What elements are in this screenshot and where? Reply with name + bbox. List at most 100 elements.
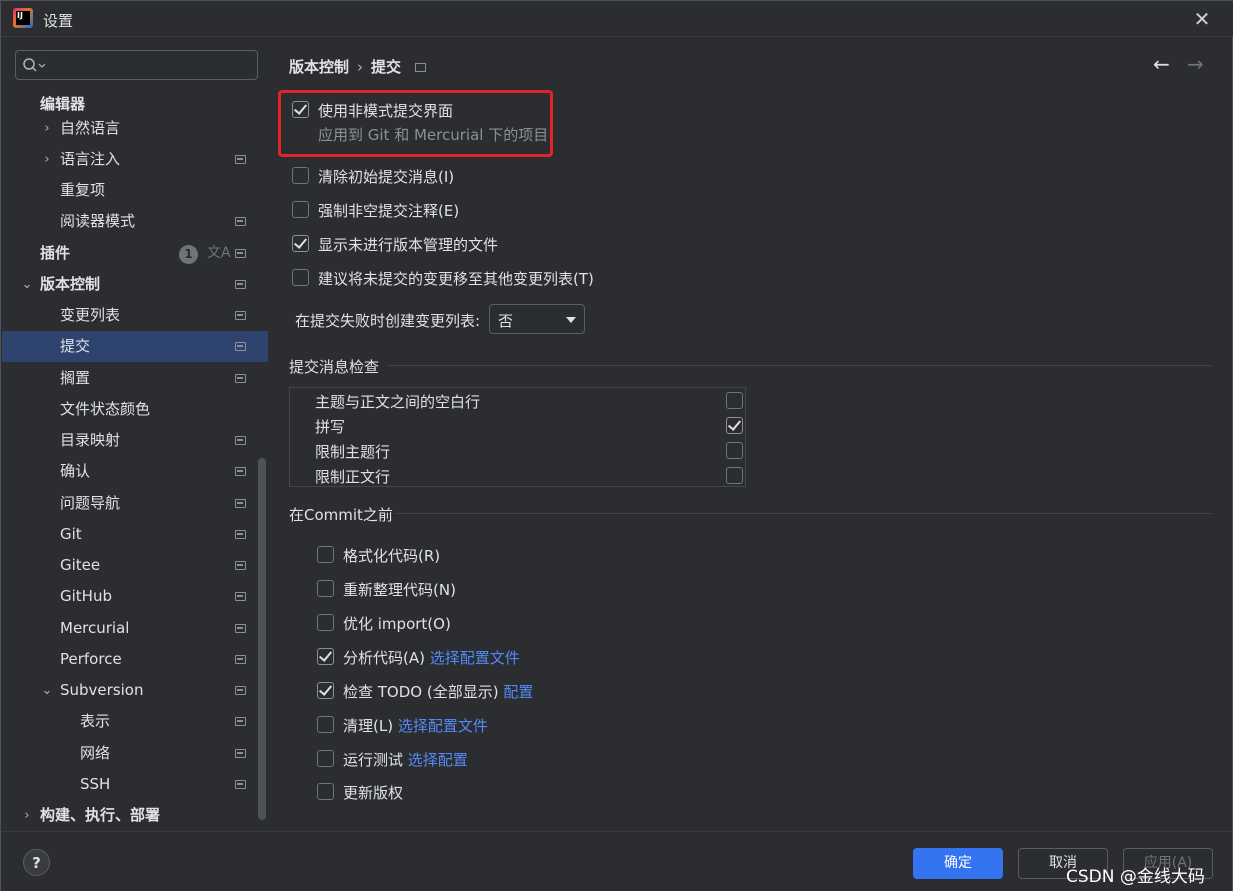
- check-checkbox[interactable]: [726, 417, 743, 434]
- check-label: 限制正文行: [315, 468, 391, 486]
- sidebar-item-shelf[interactable]: 搁置: [2, 363, 268, 394]
- search-input[interactable]: [15, 50, 258, 80]
- clear-initial-message-checkbox[interactable]: [292, 167, 309, 184]
- check-todo-configure-link[interactable]: 配置: [503, 683, 533, 701]
- check-label: 拼写: [315, 418, 346, 436]
- sidebar-item-label: Git: [60, 525, 82, 543]
- sidebar-item-git[interactable]: Git: [2, 519, 268, 550]
- sidebar-item-confirmation[interactable]: 确认: [2, 456, 268, 487]
- update-copyright-label: 更新版权: [343, 784, 404, 802]
- sidebar-item-label: 阅读器模式: [60, 212, 136, 230]
- suggest-move-label: 建议将未提交的变更移至其他变更列表(T): [318, 270, 594, 288]
- reformat-code-checkbox[interactable]: [317, 546, 334, 563]
- sidebar-item-natural-language[interactable]: › 自然语言: [2, 113, 268, 144]
- project-settings-icon: [235, 749, 246, 758]
- translate-icon: 文A: [207, 245, 231, 261]
- title-bar: IJ 设置 ✕: [1, 1, 1233, 37]
- table-row[interactable]: 主题与正文之间的空白行: [290, 388, 745, 413]
- table-row[interactable]: 拼写: [290, 413, 745, 438]
- chevron-down-icon[interactable]: ⌄: [40, 675, 54, 706]
- check-todo-label: 检查 TODO (全部显示): [343, 683, 499, 701]
- sidebar-item-language-injection[interactable]: › 语言注入: [2, 144, 268, 175]
- rearrange-code-label: 重新整理代码(N): [343, 581, 456, 599]
- project-settings-icon: [235, 561, 246, 570]
- optimize-imports-checkbox[interactable]: [317, 614, 334, 631]
- suggest-move-checkbox[interactable]: [292, 269, 309, 286]
- sidebar-item-network[interactable]: 网络: [2, 738, 268, 769]
- sidebar-item-label: Mercurial: [60, 619, 130, 637]
- sidebar-item-commit[interactable]: 提交: [2, 331, 268, 362]
- table-row[interactable]: 限制正文行: [290, 463, 745, 488]
- show-unversioned-label: 显示未进行版本管理的文件: [318, 236, 499, 254]
- table-row[interactable]: 限制主题行: [290, 438, 745, 463]
- check-checkbox[interactable]: [726, 467, 743, 484]
- ok-button[interactable]: 确定: [913, 848, 1003, 879]
- sidebar-item-label: 目录映射: [60, 431, 121, 449]
- sidebar-item-github[interactable]: GitHub: [2, 581, 268, 612]
- check-todo-checkbox[interactable]: [317, 682, 334, 699]
- breadcrumb-parent[interactable]: 版本控制: [289, 58, 349, 76]
- sidebar-item-label: SSH: [80, 775, 111, 793]
- sidebar-scrollbar[interactable]: [258, 458, 266, 820]
- sidebar-item-reader-mode[interactable]: 阅读器模式: [2, 206, 268, 237]
- sidebar-item-label: 提交: [60, 337, 91, 355]
- commit-checks-table: 主题与正文之间的空白行 拼写 限制主题行 限制正文行: [289, 387, 746, 487]
- chevron-down-icon[interactable]: ⌄: [20, 269, 34, 300]
- project-settings-icon: [235, 499, 246, 508]
- project-settings-icon: [415, 63, 427, 72]
- sidebar-item-subversion[interactable]: ⌄ Subversion: [2, 675, 268, 706]
- close-icon[interactable]: ✕: [1189, 7, 1215, 31]
- rearrange-code-checkbox[interactable]: [317, 580, 334, 597]
- sidebar-item-perforce[interactable]: Perforce: [2, 644, 268, 675]
- cleanup-row: 清理(L) 选择配置文件: [343, 715, 488, 736]
- sidebar-item-mercurial[interactable]: Mercurial: [2, 613, 268, 644]
- project-settings-icon: [235, 624, 246, 633]
- run-tests-row: 运行测试 选择配置: [343, 749, 468, 770]
- sidebar-item-duplicates[interactable]: 重复项: [2, 175, 268, 206]
- sidebar-item-build-execution-deployment[interactable]: › 构建、执行、部署: [2, 800, 268, 831]
- settings-window: IJ 设置 ✕ 编辑器 › 自然语言 › 语言注入 重复项 阅读器模式 插件 1 文A …: [0, 0, 1233, 891]
- sidebar-item-plugins[interactable]: 插件 1 文A: [2, 238, 268, 269]
- forward-arrow-icon[interactable]: →: [1187, 52, 1204, 76]
- sidebar-item-label: 版本控制: [40, 275, 101, 293]
- chevron-right-icon[interactable]: ›: [40, 144, 54, 175]
- sidebar-item-file-status-colors[interactable]: 文件状态颜色: [2, 394, 268, 425]
- run-tests-checkbox[interactable]: [317, 750, 334, 767]
- sidebar-item-changelists[interactable]: 变更列表: [2, 300, 268, 331]
- project-settings-icon: [235, 311, 246, 320]
- force-nonempty-comment-label: 强制非空提交注释(E): [318, 202, 460, 220]
- force-nonempty-comment-checkbox[interactable]: [292, 201, 309, 218]
- sidebar-item-label: 网络: [80, 744, 111, 762]
- chevron-right-icon[interactable]: ›: [40, 113, 54, 144]
- project-settings-icon: [235, 217, 246, 226]
- project-settings-icon: [235, 717, 246, 726]
- breadcrumb: 版本控制 › 提交: [289, 56, 427, 77]
- project-settings-icon: [235, 155, 246, 164]
- sidebar-item-label: 自然语言: [60, 119, 121, 137]
- create-changelist-select[interactable]: 否: [489, 304, 585, 334]
- check-checkbox[interactable]: [726, 392, 743, 409]
- analyze-code-label: 分析代码(A): [343, 649, 425, 667]
- chevron-right-icon[interactable]: ›: [20, 800, 34, 831]
- analyze-code-checkbox[interactable]: [317, 648, 334, 665]
- show-unversioned-checkbox[interactable]: [292, 235, 309, 252]
- sidebar-item-ssh[interactable]: SSH: [2, 769, 268, 800]
- non-modal-commit-checkbox[interactable]: [292, 101, 309, 118]
- help-button[interactable]: ?: [23, 849, 50, 876]
- cleanup-profile-link[interactable]: 选择配置文件: [398, 717, 488, 735]
- sidebar-item-directory-mappings[interactable]: 目录映射: [2, 425, 268, 456]
- cleanup-checkbox[interactable]: [317, 716, 334, 733]
- sidebar-item-label: 问题导航: [60, 494, 121, 512]
- run-tests-config-link[interactable]: 选择配置: [408, 751, 468, 769]
- check-checkbox[interactable]: [726, 442, 743, 459]
- analyze-code-profile-link[interactable]: 选择配置文件: [430, 649, 520, 667]
- clear-initial-message-label: 清除初始提交消息(I): [318, 168, 455, 186]
- sidebar-item-issue-navigation[interactable]: 问题导航: [2, 488, 268, 519]
- run-tests-label: 运行测试: [343, 751, 404, 769]
- sidebar-item-version-control[interactable]: ⌄ 版本控制: [2, 269, 268, 300]
- update-copyright-checkbox[interactable]: [317, 783, 334, 800]
- sidebar-item-gitee[interactable]: Gitee: [2, 550, 268, 581]
- search-icon: [23, 58, 46, 72]
- back-arrow-icon[interactable]: ←: [1153, 52, 1170, 76]
- sidebar-item-presentation[interactable]: 表示: [2, 706, 268, 737]
